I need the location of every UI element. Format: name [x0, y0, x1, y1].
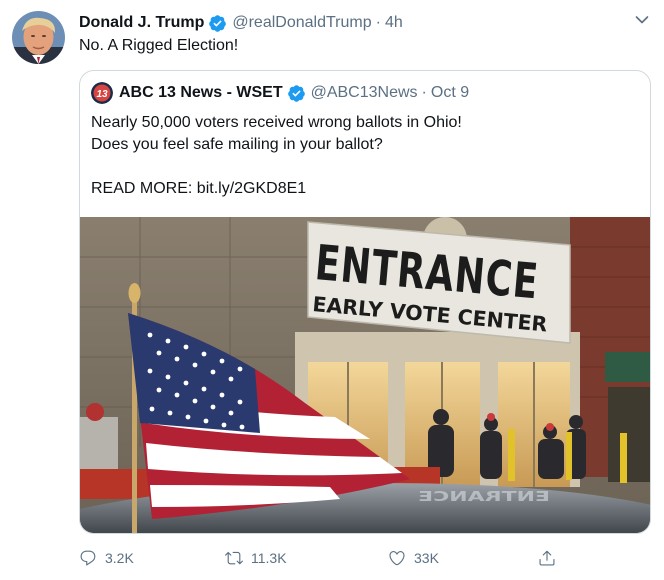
quoted-text-blank-line [91, 156, 641, 178]
quoted-text-line: Does you feel safe mailing in your ballo… [91, 136, 383, 153]
quoted-text-line: Nearly 50,000 voters received wrong ball… [91, 114, 462, 131]
quoted-tweet-date: Oct 9 [430, 84, 470, 101]
car-reflection-text: ENTRANCE [418, 489, 550, 504]
separator-dot: · [421, 84, 427, 101]
quoted-tweet[interactable]: 13 ABC 13 News - WSET @ABC13News · Oct 9… [79, 70, 651, 534]
quoted-author-avatar: 13 [91, 82, 113, 104]
tweet: Donald J. Trump @realDonaldTrump · 4h No… [0, 0, 664, 580]
author-handle[interactable]: @realDonaldTrump [232, 14, 371, 32]
author-avatar[interactable] [12, 11, 65, 64]
like-icon [389, 551, 405, 566]
verified-badge-icon [287, 84, 305, 102]
tweet-actions: 3.2K 11.3K 33K [79, 545, 651, 571]
quoted-text-link[interactable]: READ MORE: bit.ly/2GKD8E1 [91, 178, 641, 200]
separator-dot: · [375, 14, 381, 31]
chevron-down-icon[interactable] [634, 12, 650, 28]
tweet-text: No. A Rigged Election! [79, 37, 239, 54]
retweet-button[interactable]: 11.3K [225, 545, 287, 571]
quoted-author-handle: @ABC13News [310, 84, 418, 101]
share-icon [539, 550, 555, 566]
reply-button[interactable]: 3.2K [79, 545, 134, 571]
tweet-timestamp[interactable]: 4h [385, 14, 403, 32]
quoted-author-name: ABC 13 News - WSET [119, 84, 283, 101]
retweet-count: 11.3K [251, 550, 287, 566]
reply-count: 3.2K [105, 550, 134, 566]
reply-icon [80, 550, 96, 566]
verified-badge-icon [209, 14, 227, 32]
tweet-header: Donald J. Trump @realDonaldTrump · 4h [79, 12, 403, 34]
quoted-avatar-label: 13 [96, 89, 108, 100]
like-button[interactable]: 33K [388, 545, 439, 571]
quoted-tweet-photo[interactable]: ENTRANCE EARLY VOTE CENTER ENTRANCE [80, 217, 650, 533]
like-count: 33K [414, 550, 439, 566]
share-button[interactable] [538, 545, 564, 571]
quoted-tweet-text: Nearly 50,000 voters received wrong ball… [91, 112, 641, 200]
retweet-icon [225, 551, 243, 565]
author-name[interactable]: Donald J. Trump [79, 14, 204, 32]
quoted-tweet-header: 13 ABC 13 News - WSET @ABC13News · Oct 9 [91, 82, 469, 104]
